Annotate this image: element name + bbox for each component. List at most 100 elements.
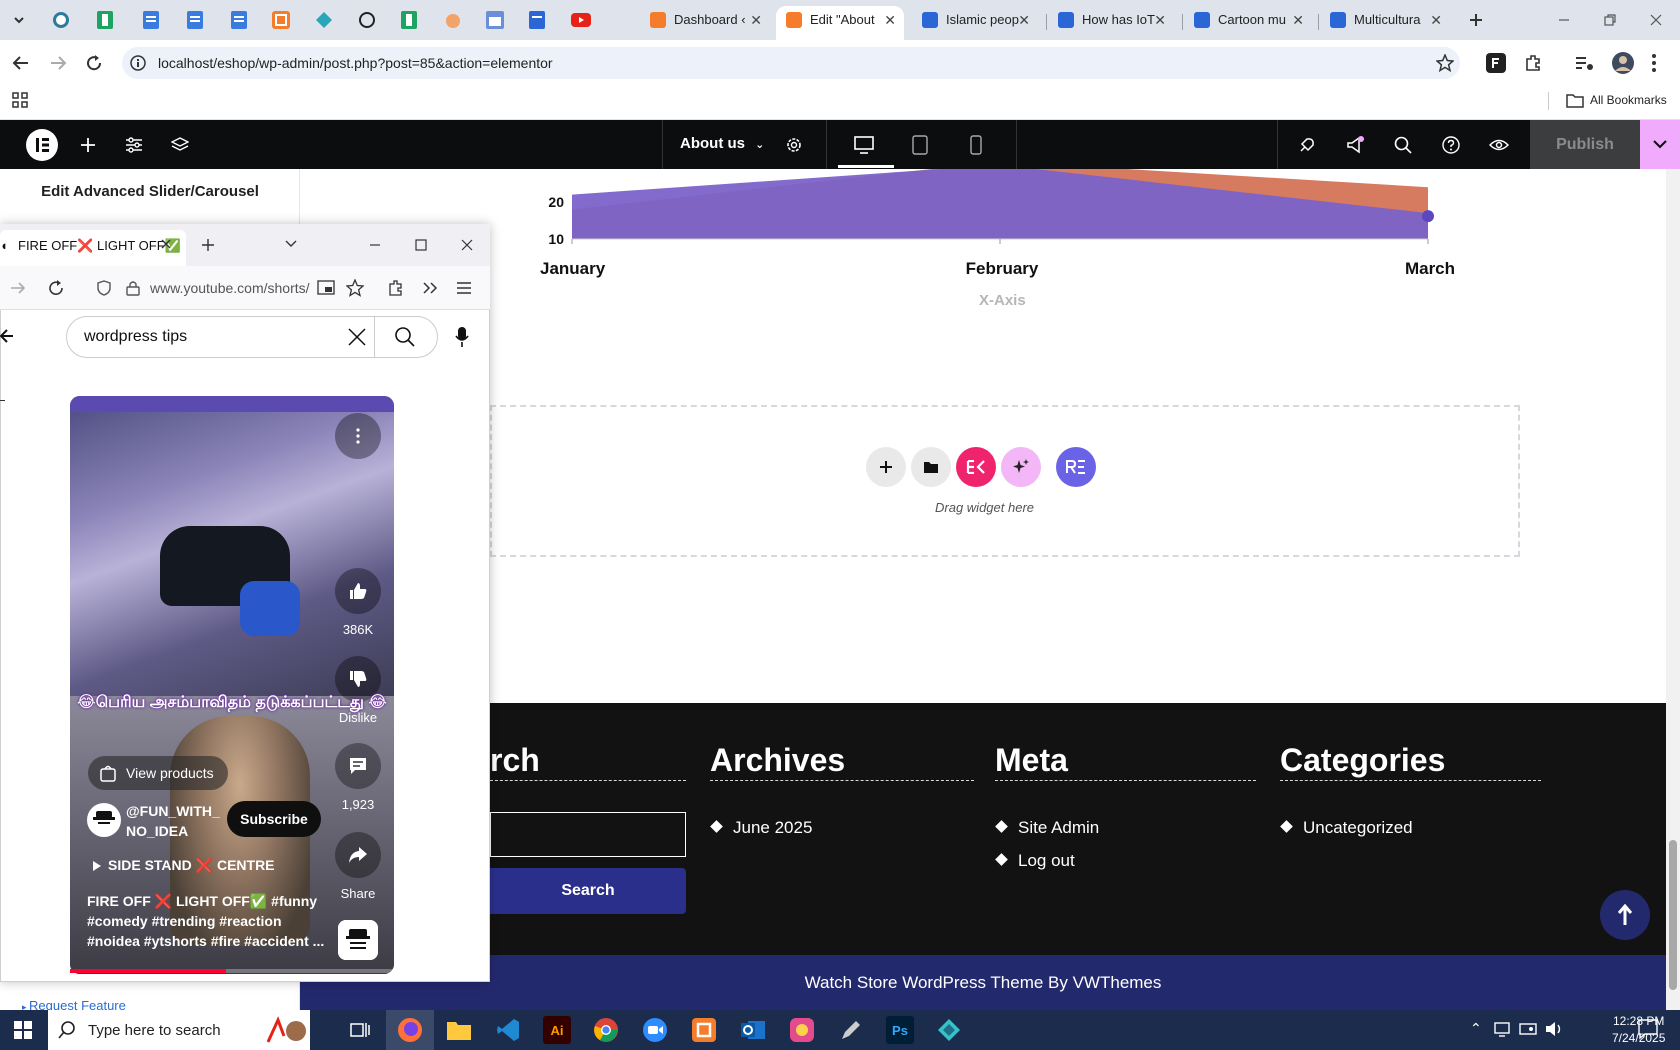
forms-tab-icon[interactable] bbox=[526, 9, 548, 31]
picture-in-picture-icon[interactable] bbox=[317, 280, 335, 296]
extensions-puzzle-icon[interactable] bbox=[1523, 53, 1543, 73]
tablet-view-icon[interactable] bbox=[907, 132, 933, 158]
photos-icon[interactable] bbox=[788, 1016, 816, 1044]
bookmark-star-icon[interactable] bbox=[346, 279, 364, 297]
outlook-icon[interactable] bbox=[739, 1016, 767, 1044]
sheets-tab-icon[interactable] bbox=[94, 9, 116, 31]
mobile-view-icon[interactable] bbox=[963, 132, 989, 158]
elementor-logo-icon[interactable] bbox=[26, 129, 58, 161]
publish-button[interactable]: Publish bbox=[1530, 120, 1640, 169]
tab-multicultural[interactable]: Multicultura ✕ bbox=[1320, 6, 1450, 40]
file-explorer-icon[interactable] bbox=[445, 1016, 473, 1044]
channel-name[interactable]: @FUN_WITH_ NO_IDEA bbox=[126, 801, 220, 841]
tab-islamic-people[interactable]: Islamic peop ✕ bbox=[912, 6, 1038, 40]
pen-tool-icon[interactable] bbox=[837, 1016, 865, 1044]
restore-icon[interactable] bbox=[1599, 9, 1621, 31]
docs-tab-icon[interactable] bbox=[184, 9, 206, 31]
preview-eye-icon[interactable] bbox=[1486, 132, 1512, 158]
task-view-icon[interactable] bbox=[346, 1016, 374, 1044]
tab-edit-about[interactable]: Edit "About ✕ bbox=[776, 6, 904, 40]
hamburger-menu-icon[interactable] bbox=[456, 281, 472, 295]
notifications-icon[interactable] bbox=[1637, 1018, 1659, 1040]
chrome-icon[interactable] bbox=[592, 1016, 620, 1044]
forward-icon[interactable] bbox=[10, 280, 26, 296]
close-tab-icon[interactable]: ✕ bbox=[1154, 6, 1166, 34]
ai-sparkle-button[interactable] bbox=[1001, 447, 1041, 487]
calendar-tab-icon[interactable] bbox=[484, 9, 506, 31]
add-element-icon[interactable] bbox=[75, 132, 101, 158]
tab-iot[interactable]: How has IoT ✕ bbox=[1048, 6, 1174, 40]
volume-tray-icon[interactable] bbox=[1544, 1020, 1564, 1038]
extensions-icon[interactable] bbox=[386, 279, 404, 297]
site-info-icon[interactable] bbox=[130, 55, 146, 71]
widget-drop-zone[interactable] bbox=[490, 405, 1520, 557]
docs-tab-icon[interactable] bbox=[228, 9, 250, 31]
site-admin-link[interactable]: Site Admin bbox=[995, 818, 1099, 838]
scroll-to-top-button[interactable] bbox=[1600, 890, 1650, 940]
comments-icon[interactable] bbox=[335, 743, 381, 789]
xampp-tab-icon[interactable] bbox=[270, 9, 292, 31]
footer-search-button[interactable]: Search bbox=[490, 868, 686, 914]
voice-search-mic-icon[interactable] bbox=[455, 326, 469, 348]
close-window-icon[interactable] bbox=[461, 239, 473, 251]
back-icon[interactable] bbox=[12, 54, 30, 72]
subscribe-button[interactable]: Subscribe bbox=[227, 801, 321, 837]
xampp-icon[interactable] bbox=[690, 1016, 718, 1044]
desktop-view-icon[interactable] bbox=[851, 132, 877, 158]
share-icon[interactable] bbox=[335, 832, 381, 878]
close-tab-icon[interactable] bbox=[161, 239, 171, 249]
page-settings-gear-icon[interactable] bbox=[781, 132, 807, 158]
tab-cartoon[interactable]: Cartoon mu ✕ bbox=[1184, 6, 1312, 40]
firefox-icon[interactable] bbox=[396, 1016, 424, 1044]
more-options-icon[interactable] bbox=[335, 413, 381, 459]
youtube-window-tab[interactable]: ◖ FIRE OFF❌ LIGHT OFF✅ bbox=[0, 230, 186, 266]
youtube-tab-icon[interactable] bbox=[570, 9, 592, 31]
network-tray-icon[interactable] bbox=[1494, 1020, 1514, 1038]
reload-icon[interactable] bbox=[48, 280, 64, 296]
media-control-icon[interactable] bbox=[1574, 53, 1594, 73]
search-icon[interactable] bbox=[395, 327, 415, 347]
publish-options-button[interactable] bbox=[1640, 120, 1680, 169]
extension-f-icon[interactable] bbox=[1486, 53, 1506, 73]
browser-menu-icon[interactable] bbox=[1651, 53, 1657, 73]
wordpress-tab-icon[interactable] bbox=[50, 9, 72, 31]
search-highlight-icon[interactable] bbox=[266, 1016, 306, 1046]
tab-list-chevron-icon[interactable] bbox=[285, 240, 297, 248]
url-text[interactable]: localhost/eshop/wp-admin/post.php?post=8… bbox=[158, 55, 553, 71]
bookmark-star-icon[interactable] bbox=[1436, 54, 1454, 72]
projector-tray-icon[interactable] bbox=[1519, 1020, 1539, 1038]
archive-link[interactable]: June 2025 bbox=[710, 818, 812, 838]
minimize-icon[interactable] bbox=[369, 239, 381, 251]
youtube-url-text[interactable]: www.youtube.com/shorts/ bbox=[150, 280, 310, 296]
scrollbar-thumb[interactable] bbox=[1669, 840, 1677, 990]
rocket-icon[interactable] bbox=[1294, 132, 1320, 158]
view-products-button[interactable]: View products bbox=[88, 756, 228, 790]
royal-elementor-button[interactable] bbox=[1056, 447, 1096, 487]
all-bookmarks-label[interactable]: All Bookmarks bbox=[1590, 93, 1667, 107]
site-settings-icon[interactable] bbox=[121, 132, 147, 158]
app-tab-icon[interactable] bbox=[313, 9, 335, 31]
youtube-search-input[interactable]: wordpress tips bbox=[84, 328, 187, 346]
page-selector[interactable]: About us ⌄ bbox=[680, 135, 764, 152]
search-icon[interactable] bbox=[1390, 132, 1416, 158]
overflow-chevrons-icon[interactable] bbox=[422, 281, 438, 295]
back-arrow-icon[interactable] bbox=[0, 328, 14, 344]
close-tab-icon[interactable]: ✕ bbox=[1018, 6, 1030, 34]
close-tab-icon[interactable]: ✕ bbox=[1430, 6, 1442, 34]
hand-tab-icon[interactable] bbox=[442, 9, 464, 31]
close-tab-icon[interactable]: ✕ bbox=[884, 6, 896, 34]
clear-search-icon[interactable] bbox=[348, 328, 366, 346]
forward-icon[interactable] bbox=[49, 54, 67, 72]
tray-chevron-up-icon[interactable]: ⌃ bbox=[1470, 1020, 1482, 1037]
photoshop-icon[interactable]: Ps bbox=[886, 1016, 914, 1044]
add-section-button[interactable] bbox=[866, 447, 906, 487]
close-tab-icon[interactable]: ✕ bbox=[1292, 6, 1304, 34]
vscode-icon[interactable] bbox=[494, 1016, 522, 1044]
tracking-shield-icon[interactable] bbox=[96, 280, 112, 296]
tab-dashboard[interactable]: Dashboard ‹ ✕ bbox=[640, 6, 770, 40]
apps-grid-icon[interactable] bbox=[12, 92, 28, 108]
maximize-icon[interactable] bbox=[415, 239, 427, 251]
log-out-link[interactable]: Log out bbox=[995, 851, 1075, 871]
notifications-megaphone-icon[interactable] bbox=[1342, 132, 1368, 158]
channel-avatar[interactable] bbox=[87, 803, 121, 837]
